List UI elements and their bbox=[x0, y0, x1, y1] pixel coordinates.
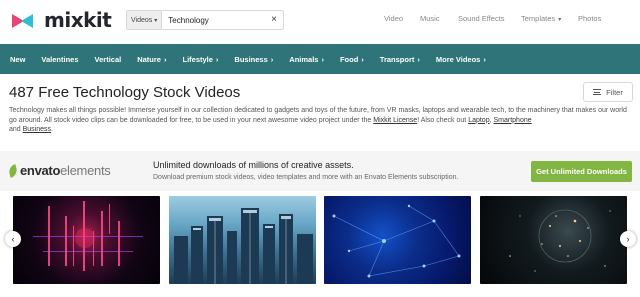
nav-sound-effects[interactable]: Sound Effects bbox=[458, 14, 505, 23]
category-nature[interactable]: Nature › bbox=[137, 55, 166, 64]
chevron-down-icon: ▾ bbox=[558, 17, 562, 23]
envato-promo: envatoelements Unlimited downloads of mi… bbox=[0, 151, 640, 191]
carousel-prev-button[interactable]: ‹ bbox=[5, 231, 21, 247]
video-thumbnail[interactable] bbox=[324, 196, 471, 284]
category-animals[interactable]: Animals › bbox=[289, 55, 324, 64]
video-thumbnail-image bbox=[174, 208, 313, 284]
category-label: Vertical bbox=[94, 54, 122, 64]
envato-elements-logo[interactable]: envatoelements bbox=[7, 163, 111, 178]
category-new[interactable]: New bbox=[10, 55, 25, 64]
search-bar: Videos ▾ × bbox=[126, 10, 284, 30]
envato-leaf-icon bbox=[7, 163, 19, 178]
envato-logo-text: envatoelements bbox=[20, 163, 111, 178]
filter-label: Filter bbox=[606, 87, 623, 97]
video-thumbnail-image bbox=[332, 204, 461, 278]
category-label: New bbox=[10, 54, 26, 64]
video-thumbnail-image bbox=[509, 209, 611, 272]
nav-templates[interactable]: Templates ▾ bbox=[521, 14, 561, 23]
mixkit-license-link[interactable]: Mixkit License bbox=[373, 117, 417, 124]
nav-photos[interactable]: Photos bbox=[578, 14, 601, 23]
category-valentines[interactable]: Valentines bbox=[41, 55, 78, 64]
category-vertical[interactable]: Vertical bbox=[95, 55, 122, 64]
category-business[interactable]: Business › bbox=[234, 55, 273, 64]
category-more-videos[interactable]: More Videos › bbox=[436, 55, 486, 64]
envato-logo-bold: envato bbox=[20, 163, 61, 178]
category-label: Transport bbox=[379, 54, 415, 64]
category-lifestyle[interactable]: Lifestyle › bbox=[182, 55, 218, 64]
chevron-right-icon: › bbox=[483, 54, 486, 64]
close-icon[interactable]: × bbox=[271, 14, 277, 26]
site-header: mixkit Videos ▾ × Video Music Sound Effe… bbox=[0, 0, 640, 42]
filter-button[interactable]: Filter bbox=[583, 82, 633, 102]
video-thumbnail[interactable] bbox=[13, 196, 160, 284]
nav-music[interactable]: Music bbox=[420, 14, 440, 23]
description-text: and bbox=[9, 126, 23, 133]
envato-headline: Unlimited downloads of millions of creat… bbox=[153, 160, 354, 170]
chevron-down-icon: ▾ bbox=[154, 17, 158, 24]
category-label: Food bbox=[339, 54, 359, 64]
nav-templates-label: Templates bbox=[521, 14, 556, 23]
category-label: Business bbox=[234, 54, 268, 64]
category-label: More Videos bbox=[435, 54, 481, 64]
category-label: Valentines bbox=[41, 54, 79, 64]
laptop-link[interactable]: Laptop bbox=[468, 117, 489, 124]
mixkit-logo-icon bbox=[12, 11, 40, 29]
smartphone-link[interactable]: Smartphone bbox=[494, 117, 532, 124]
category-label: Nature bbox=[137, 54, 161, 64]
category-label: Lifestyle bbox=[182, 54, 213, 64]
chevron-right-icon: › bbox=[417, 54, 420, 64]
nav-video[interactable]: Video bbox=[384, 14, 403, 23]
search-input[interactable] bbox=[162, 15, 263, 25]
business-link[interactable]: Business bbox=[23, 126, 51, 133]
chevron-right-icon: › bbox=[163, 54, 167, 64]
get-unlimited-downloads-button[interactable]: Get Unlimited Downloads bbox=[531, 161, 632, 182]
category-food[interactable]: Food › bbox=[340, 55, 364, 64]
search-category-label: Videos bbox=[131, 16, 153, 24]
page-title: 487 Free Technology Stock Videos bbox=[9, 84, 241, 101]
chevron-left-icon: ‹ bbox=[11, 234, 15, 244]
chevron-right-icon: › bbox=[361, 54, 364, 64]
category-transport[interactable]: Transport › bbox=[380, 55, 420, 64]
category-bar: New Valentines Vertical Nature › Lifestyle › Bu… bbox=[0, 44, 640, 74]
search-category-select[interactable]: Videos ▾ bbox=[127, 11, 163, 29]
video-thumbnail[interactable] bbox=[480, 196, 627, 284]
video-thumbnail[interactable] bbox=[169, 196, 316, 284]
envato-subline: Download premium stock videos, video tem… bbox=[153, 174, 459, 181]
video-carousel: ‹ › bbox=[0, 196, 640, 288]
carousel-next-button[interactable]: › bbox=[620, 231, 636, 247]
logo-text: mixkit bbox=[44, 8, 112, 32]
video-thumbnail-image bbox=[33, 201, 143, 271]
chevron-right-icon: › bbox=[270, 54, 274, 64]
category-label: Animals bbox=[289, 54, 319, 64]
envato-logo-light: elements bbox=[60, 163, 111, 178]
page-description: Technology makes all things possible! Im… bbox=[9, 106, 631, 135]
description-text: . bbox=[51, 126, 53, 133]
chevron-right-icon: › bbox=[215, 54, 219, 64]
mixkit-logo[interactable]: mixkit bbox=[12, 8, 112, 32]
filter-icon bbox=[593, 89, 602, 95]
description-text: ! Also check out bbox=[417, 116, 469, 124]
description-text: Technology makes all things possible! Im… bbox=[9, 107, 627, 124]
chevron-right-icon: › bbox=[626, 234, 630, 244]
chevron-right-icon: › bbox=[321, 54, 324, 64]
